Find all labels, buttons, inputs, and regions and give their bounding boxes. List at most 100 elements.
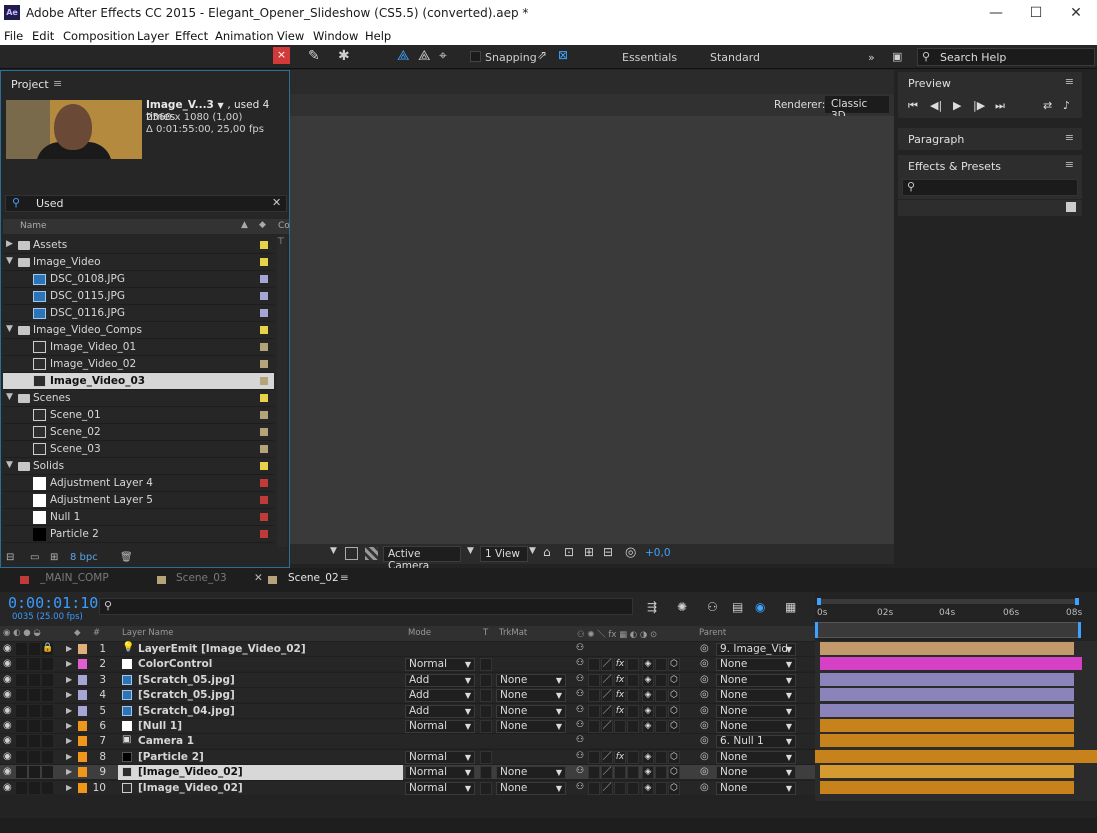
tab-scene-02[interactable]: Scene_02 <box>288 572 339 584</box>
expand-layer-arrow-icon[interactable]: ▶ <box>66 690 72 699</box>
label-color-swatch[interactable] <box>260 513 268 521</box>
preserve-transparency-toggle[interactable] <box>480 720 492 733</box>
navigator-end-handle[interactable] <box>1078 622 1081 638</box>
shy-switch-icon[interactable]: ⚇ <box>574 705 586 718</box>
project-item-row[interactable]: Image_Video_03 <box>3 373 274 390</box>
label-color-swatch[interactable] <box>260 360 268 368</box>
shy-switch-icon[interactable]: ⚇ <box>574 766 586 779</box>
work-area-end-handle[interactable] <box>1075 598 1079 605</box>
layer-name[interactable]: [Scratch_05.jpg] <box>138 689 235 701</box>
project-item-row[interactable]: Image_Video_01 <box>3 339 274 356</box>
lock-switch[interactable] <box>42 781 53 794</box>
expand-layer-arrow-icon[interactable]: ▶ <box>66 752 72 761</box>
preview-menu-icon[interactable]: ≡ <box>1065 75 1074 88</box>
adjustment-layer-switch[interactable] <box>655 750 667 764</box>
close-tab-icon[interactable]: ✕ <box>254 572 263 584</box>
previous-frame-icon[interactable]: ◀| <box>930 99 942 112</box>
project-scrollbar[interactable]: ⊤ <box>277 237 287 547</box>
sort-arrow-icon[interactable]: ▲ <box>241 220 248 230</box>
preserve-transparency-toggle[interactable] <box>480 704 492 718</box>
layer-name[interactable]: [Null 1] <box>138 720 182 732</box>
trash-icon[interactable]: 🗑 <box>120 552 133 563</box>
blend-mode-dropdown[interactable]: Normal ▼ <box>405 766 475 780</box>
label-color-swatch[interactable] <box>260 496 268 504</box>
project-close-button[interactable]: × <box>273 47 290 64</box>
vr-toggle-icon[interactable]: ▣ <box>892 50 902 63</box>
motion-blur-switch-icon[interactable]: ◈ <box>642 720 654 733</box>
label-color-swatch[interactable] <box>260 309 268 317</box>
expand-layer-arrow-icon[interactable]: ▶ <box>66 706 72 715</box>
visibility-eye-icon[interactable]: ◉ <box>3 705 12 716</box>
layer-name[interactable]: [Particle 2] <box>138 751 204 763</box>
parent-dropdown[interactable]: None ▼ <box>716 766 796 780</box>
layer-label-color[interactable] <box>78 736 87 747</box>
motion-blur-switch-icon[interactable]: ◈ <box>642 750 654 764</box>
frame-blend-switch[interactable] <box>627 750 639 764</box>
project-item-row[interactable]: DSC_0108.JPG <box>3 271 274 288</box>
last-frame-icon[interactable]: ⏭ <box>995 99 1005 113</box>
menu-edit[interactable]: Edit <box>32 29 54 43</box>
layer-label-color[interactable] <box>78 674 87 685</box>
audio-switch[interactable] <box>16 673 27 686</box>
quality-switch-icon[interactable]: ／ <box>601 658 613 672</box>
motion-blur-switch-icon[interactable]: ◈ <box>642 766 654 780</box>
lock-switch[interactable] <box>42 720 53 732</box>
column-name[interactable]: Name <box>20 221 47 231</box>
3d-layer-switch-icon[interactable]: ⬡ <box>668 750 680 764</box>
quality-switch-icon[interactable]: ／ <box>601 720 613 733</box>
layer-name[interactable]: [Image_Video_02] <box>138 766 243 778</box>
shy-switch-icon[interactable]: ⚇ <box>574 751 586 764</box>
column-comment[interactable]: Co <box>278 221 290 231</box>
layer-label-color[interactable] <box>78 721 87 731</box>
timeline-menu-icon[interactable]: ≡ <box>340 572 349 584</box>
timeline-layer-row[interactable]: ◉ ▶ 5 [Scratch_04.jpg] Add ▼ None ▼ ⚇ ／ fx ◈ ⬡ ◎ None ▼ <box>0 702 815 718</box>
layer-label-color[interactable] <box>78 705 87 716</box>
blend-mode-dropdown[interactable]: Add ▼ <box>405 673 475 687</box>
audio-switch[interactable] <box>16 720 27 732</box>
timeline-layer-row[interactable]: ◉ ▶ 3 [Scratch_05.jpg] Add ▼ None ▼ ⚇ ／ fx ◈ ⬡ ◎ None ▼ <box>0 671 815 687</box>
project-item-row[interactable]: DSC_0116.JPG <box>3 305 274 322</box>
adjustment-layer-switch[interactable] <box>655 658 667 672</box>
lock-switch[interactable] <box>42 735 53 748</box>
preserve-transparency-toggle[interactable] <box>480 658 492 672</box>
parent-pickwhip-icon[interactable]: ◎ <box>700 782 709 793</box>
solo-switch[interactable] <box>29 781 40 794</box>
maximize-button[interactable]: ☐ <box>1021 3 1051 23</box>
effects-fx-icon[interactable]: fx <box>614 750 626 764</box>
work-area-bar[interactable] <box>817 599 1079 604</box>
visibility-eye-icon[interactable]: ◉ <box>3 689 12 700</box>
adjustment-layer-switch[interactable] <box>655 720 667 733</box>
project-menu-icon[interactable]: ≡ <box>53 77 62 90</box>
shy-layers-icon[interactable]: ⚇ <box>707 600 718 614</box>
clear-search-icon[interactable]: ✕ <box>272 196 281 209</box>
current-time-display[interactable]: 0:00:01:10 <box>8 594 98 612</box>
layer-duration-bar[interactable] <box>820 780 1074 794</box>
motion-blur-switch-icon[interactable]: ◈ <box>642 704 654 718</box>
layer-label-color[interactable] <box>78 659 87 670</box>
expand-arrow-right-icon[interactable]: ▶ <box>6 239 13 249</box>
shy-switch-icon[interactable]: ⚇ <box>574 658 586 671</box>
lock-icon[interactable]: 🔒 <box>42 643 53 655</box>
layer-duration-bar[interactable] <box>820 719 1074 732</box>
parent-pickwhip-icon[interactable]: ◎ <box>700 658 709 669</box>
expand-layer-arrow-icon[interactable]: ▶ <box>66 675 72 684</box>
reset-exposure-icon[interactable]: ◎ <box>625 545 636 560</box>
solo-switch[interactable] <box>29 658 40 671</box>
expand-layer-arrow-icon[interactable]: ▶ <box>66 659 72 668</box>
effects-switch[interactable] <box>614 720 626 733</box>
workspace-overflow-icon[interactable]: » <box>868 51 875 64</box>
parent-dropdown[interactable]: 9. Image_Vid ▼ <box>716 643 796 656</box>
3d-layer-switch-icon[interactable]: ⬡ <box>668 673 680 687</box>
work-area-start-handle[interactable] <box>817 598 821 605</box>
menu-file[interactable]: File <box>4 29 23 43</box>
project-item-row[interactable]: Particle 2 <box>3 526 274 543</box>
graph-editor-icon[interactable]: ▦ <box>785 600 796 614</box>
lock-switch[interactable] <box>42 658 53 671</box>
collapse-switch[interactable] <box>588 766 600 780</box>
new-composition-icon[interactable]: ⊞ <box>50 552 58 563</box>
search-help-field[interactable]: ⚲ Search Help <box>917 48 1095 66</box>
preserve-transparency-toggle[interactable] <box>480 750 492 764</box>
audio-icon[interactable]: ♪ <box>1063 99 1070 112</box>
label-color-swatch[interactable] <box>260 394 268 402</box>
toggle-pixel-aspect-icon[interactable]: ⌂ <box>543 545 551 559</box>
